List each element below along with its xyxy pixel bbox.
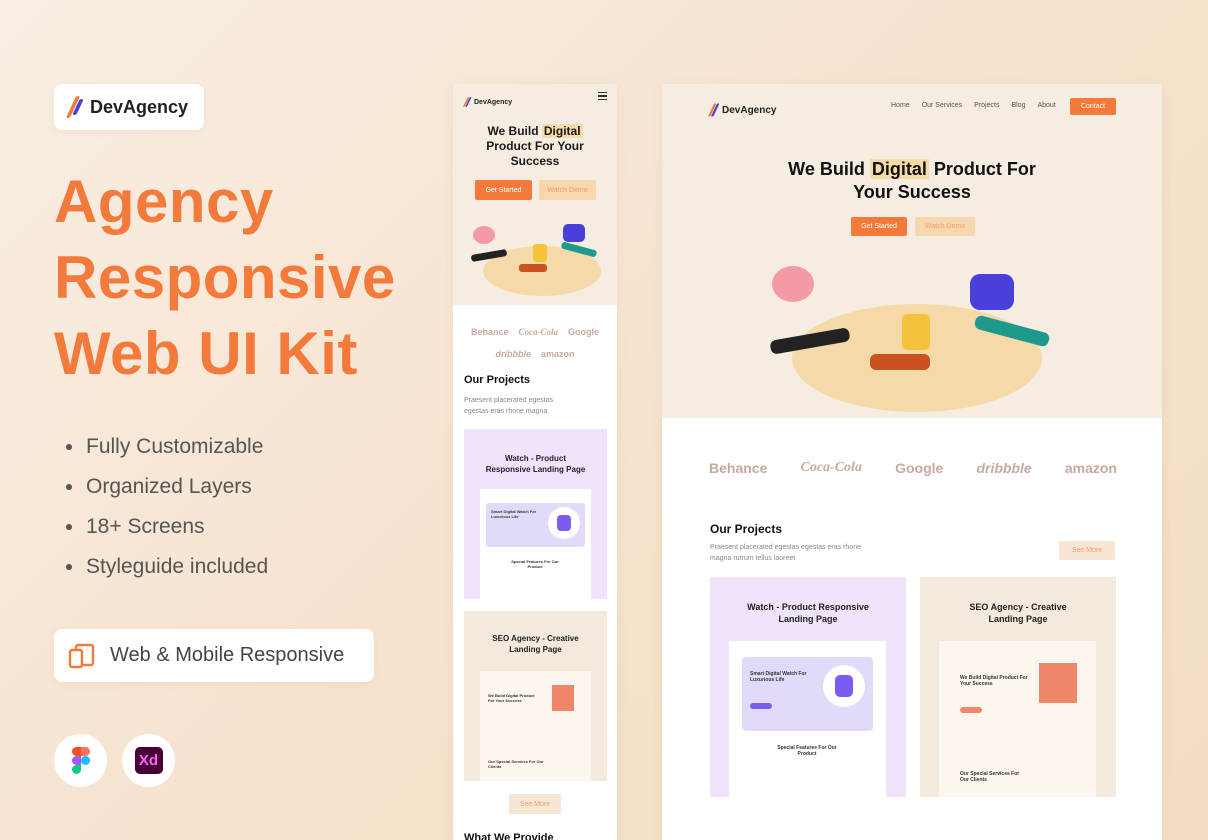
desktop-nav: Home Our Services Projects Blog About — [891, 102, 1056, 109]
partner-logo: Google — [895, 460, 944, 476]
headline-highlight: Digital — [869, 159, 929, 179]
feature-list: Fully Customizable Organized Layers 18+ … — [66, 427, 268, 587]
hero-title: Agency Responsive Web UI Kit — [54, 164, 396, 392]
logo-icon — [462, 97, 472, 107]
watch-demo-button[interactable]: Watch Demo — [915, 217, 975, 236]
logo-icon — [707, 103, 720, 117]
mobile-partner-logos: Behance Coca-Cola Google dribbble amazon — [463, 321, 607, 365]
project-title: Watch - Product Responsive Landing Page — [747, 602, 869, 624]
xd-label: Xd — [138, 752, 159, 769]
preview-section: Our Special Services For Our Clients — [960, 771, 1020, 783]
partner-logo: Behance — [470, 327, 509, 337]
project-preview: Smart Digital Watch For Luxurious Life S… — [480, 489, 591, 599]
preview-headline: Smart Digital Watch For Luxurious Life — [491, 509, 537, 519]
partner-logo: amazon — [541, 349, 575, 359]
contact-button[interactable]: Contact — [1070, 98, 1116, 115]
project-title: SEO Agency - Creative Landing Page — [492, 634, 579, 654]
xd-icon: Xd — [134, 747, 163, 774]
partner-logo: Coca-Cola — [518, 327, 559, 337]
project-title: SEO Agency - Creative Landing Page — [969, 602, 1067, 624]
partner-logo: Behance — [709, 460, 768, 476]
responsive-badge: Web & Mobile Responsive — [54, 629, 374, 682]
brand-name: DevAgency — [90, 96, 189, 117]
mobile-projects-title: Our Projects — [464, 374, 531, 386]
title-line: Agency — [54, 168, 274, 235]
desktop-project-card[interactable]: Watch - Product Responsive Landing Page … — [710, 577, 906, 797]
project-preview: We Build Digital Product For Your Succes… — [480, 671, 591, 781]
nav-our-services[interactable]: Our Services — [922, 102, 962, 109]
mobile-brand-name: DevAgency — [474, 98, 513, 106]
logo-icon — [65, 96, 84, 118]
headline-text: We Build — [788, 159, 870, 179]
desktop-projects-title: Our Projects — [710, 522, 783, 536]
mobile-project-card[interactable]: Watch - Product Responsive Landing Page … — [464, 429, 607, 599]
feature-item: 18+ Screens — [66, 507, 268, 547]
desktop-logo: DevAgency — [707, 99, 777, 121]
feature-item: Fully Customizable — [66, 427, 268, 467]
preview-headline: We Build Digital Product For Your Succes… — [960, 675, 1028, 687]
preview-section: Special Features For Our Product — [511, 559, 559, 569]
feature-item: Styleguide included — [66, 547, 268, 587]
hero-illustration — [752, 244, 1072, 414]
desktop-headline: We Build Digital Product For Your Succes… — [772, 158, 1052, 204]
title-line: Responsive — [54, 244, 396, 311]
preview-headline: We Build Digital Product For Your Succes… — [488, 693, 535, 703]
preview-headline: Smart Digital Watch For Luxurious Life — [750, 671, 807, 683]
desktop-brand-name: DevAgency — [722, 104, 777, 116]
next-section-title: What We Provide — [464, 832, 554, 840]
desktop-project-card[interactable]: SEO Agency - Creative Landing Page We Bu… — [920, 577, 1116, 797]
mobile-logo: DevAgency — [462, 91, 513, 113]
preview-section: Special Features For Our Product — [777, 745, 837, 757]
nav-blog[interactable]: Blog — [1011, 102, 1025, 109]
partner-logo: amazon — [1064, 460, 1117, 476]
feature-item: Organized Layers — [66, 467, 268, 507]
nav-home[interactable]: Home — [891, 102, 910, 109]
desktop-partner-logos: Behance Coca-Cola Google dribbble amazon — [709, 460, 1117, 476]
project-preview: We Build Digital Product For Your Succes… — [939, 641, 1096, 797]
watch-demo-button[interactable]: Watch Demo — [539, 180, 596, 200]
project-title: Watch - Product Responsive Landing Page — [485, 454, 586, 474]
mobile-mockup: DevAgency We Build Digital Product For Yo… — [453, 84, 617, 840]
devices-icon — [68, 643, 95, 668]
desktop-mockup: DevAgency Home Our Services Projects Blo… — [662, 84, 1162, 840]
partner-logo: Coca-Cola — [800, 460, 862, 475]
badge-label: Web & Mobile Responsive — [110, 644, 345, 666]
brand-logo-card: DevAgency — [54, 84, 204, 130]
figma-badge — [54, 734, 107, 787]
title-line: Web UI Kit — [54, 320, 358, 387]
partner-logo: dribbble — [495, 349, 531, 359]
see-more-button[interactable]: See More — [1059, 541, 1115, 560]
project-preview: Smart Digital Watch For Luxurious Life S… — [729, 641, 886, 797]
get-started-button[interactable]: Get Started — [475, 180, 532, 200]
mobile-projects-desc: Praesent placerated egestas egestas eras… — [464, 397, 554, 415]
mobile-project-card[interactable]: SEO Agency - Creative Landing Page We Bu… — [464, 611, 607, 781]
headline-text: Product For Your Success — [486, 139, 584, 168]
xd-badge: Xd — [122, 734, 175, 787]
partner-logo: Google — [568, 327, 600, 337]
nav-about[interactable]: About — [1037, 102, 1055, 109]
hamburger-menu-icon[interactable] — [598, 92, 607, 100]
desktop-projects-desc: Praesent placerated egestas egestas eras… — [710, 544, 861, 562]
headline-highlight: Digital — [541, 124, 583, 138]
hero-illustration — [461, 204, 611, 299]
get-started-button[interactable]: Get Started — [851, 217, 907, 236]
headline-text: We Build — [487, 124, 542, 138]
nav-projects[interactable]: Projects — [974, 102, 999, 109]
mobile-headline: We Build Digital Product For Your Success — [473, 124, 597, 169]
mobile-see-more-button[interactable]: See More — [509, 794, 561, 814]
partner-logo: dribbble — [976, 460, 1032, 476]
figma-icon — [71, 747, 90, 774]
preview-section: Our Special Services For Our Clients — [488, 759, 544, 769]
